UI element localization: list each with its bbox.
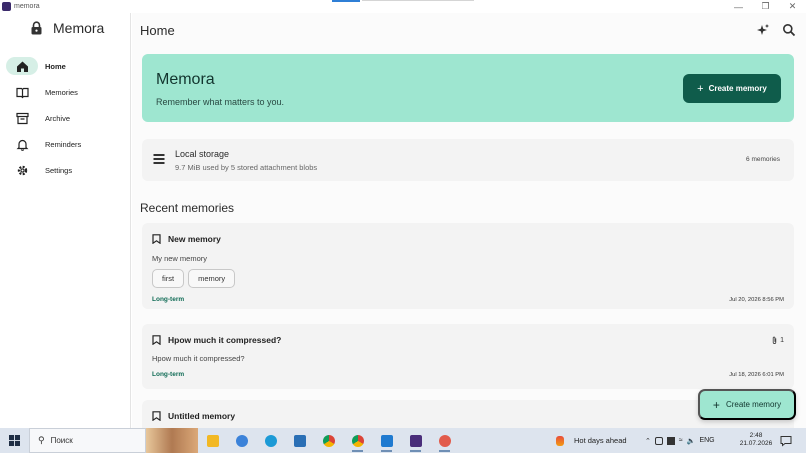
- bookmark-icon: [152, 234, 161, 244]
- bookmark-icon: [152, 335, 161, 345]
- storage-icon: [153, 154, 165, 164]
- hero-title: Memora: [156, 71, 215, 88]
- create-memory-fab[interactable]: + Create memory: [698, 389, 796, 420]
- brand-name: Memora: [53, 20, 105, 36]
- tag-chip[interactable]: memory: [188, 269, 236, 288]
- search-icon: ⚲: [38, 435, 45, 445]
- wifi-icon[interactable]: ≈: [679, 437, 683, 444]
- chrome-icon[interactable]: [314, 428, 343, 453]
- gear-icon: [17, 165, 27, 175]
- vscode-icon[interactable]: [372, 428, 401, 453]
- home-icon: [16, 61, 28, 72]
- window-titlebar: memora — ❐ ✕: [0, 0, 806, 13]
- weather-text: Hot days ahead: [574, 436, 627, 445]
- sidebar-item-memories[interactable]: Memories: [6, 79, 125, 105]
- tag-chip[interactable]: first: [152, 269, 185, 288]
- minimize-icon[interactable]: —: [725, 0, 752, 13]
- clock-date: 21.07.2026: [739, 440, 773, 447]
- sidebar-item-label: Settings: [45, 165, 73, 175]
- storage-title: Local storage: [175, 149, 230, 159]
- memory-title: New memory: [168, 234, 221, 244]
- memory-title: Hpow much it compressed?: [168, 335, 282, 345]
- tag-list: first memory: [152, 269, 236, 288]
- memory-card[interactable]: Untitled memory: [142, 400, 794, 428]
- memory-title: Untitled memory: [168, 411, 236, 421]
- titlebar-accent: [332, 0, 360, 2]
- sidebar-item-label: Home: [45, 61, 66, 71]
- hero-banner: Memora Remember what matters to you. + C…: [142, 54, 794, 122]
- system-tray: ⌃ ≈ 🔈 ENG: [645, 428, 715, 453]
- memory-body: My new memory: [152, 254, 208, 263]
- sidebar-item-label: Archive: [45, 113, 71, 123]
- titlebar-divider: [362, 0, 474, 1]
- header-actions: [756, 23, 796, 37]
- memory-count: 6 memories: [746, 156, 780, 163]
- create-memory-button[interactable]: + Create memory: [683, 74, 781, 103]
- memory-term: Long-term: [152, 296, 185, 303]
- search-highlight-image[interactable]: [146, 428, 198, 453]
- plus-icon: +: [712, 397, 720, 412]
- battery-icon[interactable]: [666, 436, 675, 445]
- sidebar-item-home[interactable]: Home: [6, 53, 125, 79]
- page-title: Home: [140, 23, 175, 38]
- memora-app-icon[interactable]: [430, 428, 459, 453]
- bookmark-icon: [152, 411, 161, 421]
- sidebar-item-label: Reminders: [45, 139, 82, 149]
- brand: Memora: [30, 20, 104, 36]
- storage-card[interactable]: Local storage 9.7 MiB used by 5 stored a…: [142, 139, 794, 181]
- chevron-up-icon[interactable]: ⌃: [645, 437, 651, 445]
- sidebar-item-settings[interactable]: Settings: [6, 157, 125, 183]
- plus-icon: +: [697, 82, 704, 95]
- close-icon[interactable]: ✕: [779, 0, 806, 13]
- memory-date: Jul 18, 2026 6:01 PM: [729, 372, 784, 378]
- language-indicator[interactable]: ENG: [699, 437, 714, 444]
- taskbar-clock[interactable]: 2:48 21.07.2026: [737, 432, 775, 448]
- sidebar-item-archive[interactable]: Archive: [6, 105, 125, 131]
- sidebar: Memora Home Memories Archive Reminders S…: [0, 13, 131, 428]
- hero-subtitle: Remember what matters to you.: [156, 97, 285, 107]
- paperclip-icon: [772, 336, 777, 344]
- search-placeholder: Поиск: [50, 436, 73, 445]
- clock-time: 2:48: [749, 432, 763, 439]
- window-title: memora: [14, 3, 40, 10]
- sidebar-item-label: Memories: [45, 87, 78, 97]
- memory-date: Jul 20, 2026 8:56 PM: [729, 297, 784, 303]
- sparkle-icon[interactable]: [756, 23, 770, 37]
- attachment-count: 1: [771, 336, 784, 345]
- lock-icon: [31, 21, 42, 35]
- windows-start-icon[interactable]: [0, 428, 29, 453]
- book-icon: [15, 87, 29, 98]
- taskbar: ⚲ Поиск Hot days ahead ⌃ ≈ 🔈 ENG 2:48 21…: [0, 428, 806, 453]
- search-icon[interactable]: [782, 23, 796, 37]
- memory-body: Hpow much it compressed?: [152, 354, 245, 363]
- recent-memories-heading: Recent memories: [140, 201, 235, 215]
- visual-studio-icon[interactable]: [401, 428, 430, 453]
- meet-icon[interactable]: [654, 436, 663, 445]
- archive-icon: [15, 112, 29, 124]
- edge-icon[interactable]: [256, 428, 285, 453]
- window-controls: — ❐ ✕: [725, 0, 806, 13]
- weather-widget[interactable]: Hot days ahead: [556, 428, 627, 453]
- sidebar-item-reminders[interactable]: Reminders: [6, 131, 125, 157]
- memory-card[interactable]: New memory My new memory first memory Lo…: [142, 223, 794, 309]
- network-app-icon[interactable]: [227, 428, 256, 453]
- thermometer-icon: [556, 435, 564, 446]
- file-explorer-icon[interactable]: [198, 428, 227, 453]
- sidebar-nav: Home Memories Archive Reminders Settings: [6, 53, 125, 183]
- bell-icon: [16, 139, 28, 151]
- memory-term: Long-term: [152, 371, 185, 378]
- chrome-profile-icon[interactable]: [343, 428, 372, 453]
- main-content: Home Memora Remember what matters to you…: [132, 13, 806, 428]
- notification-icon[interactable]: [780, 434, 792, 447]
- taskbar-apps: [198, 428, 459, 453]
- volume-icon[interactable]: 🔈: [687, 437, 696, 445]
- app-icon: [2, 2, 11, 11]
- maximize-icon[interactable]: ❐: [752, 0, 779, 13]
- memory-card[interactable]: Hpow much it compressed? 1 Hpow much it …: [142, 324, 794, 389]
- storage-subtitle: 9.7 MiB used by 5 stored attachment blob…: [175, 163, 318, 172]
- store-icon[interactable]: [285, 428, 314, 453]
- taskbar-search-input[interactable]: ⚲ Поиск: [29, 428, 146, 453]
